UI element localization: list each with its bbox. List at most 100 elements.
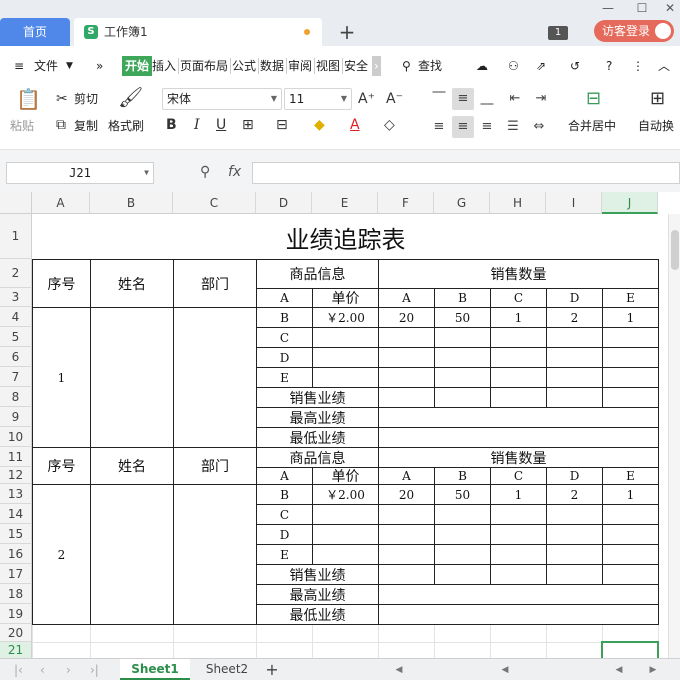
min-performance-label[interactable]: 最低业绩 [256, 604, 379, 625]
product-cell[interactable]: B [256, 307, 313, 328]
column-header-d[interactable]: D [256, 192, 312, 214]
min-performance-value[interactable] [378, 427, 659, 448]
align-center-icon[interactable]: ≡ [452, 116, 474, 138]
header-seq[interactable]: 序号 [32, 259, 91, 308]
max-performance-value[interactable] [378, 407, 659, 428]
menu-review[interactable]: 审阅 [288, 56, 312, 76]
fill-color-icon[interactable]: ◆ [314, 116, 325, 134]
menu-file[interactable]: 文件 [34, 56, 58, 76]
qty-cell[interactable] [434, 367, 491, 388]
menu-more-arrow-icon[interactable]: › [372, 56, 381, 76]
price-cell[interactable]: ￥2.00 [312, 484, 379, 505]
wrap-text-button[interactable]: 自动换 [638, 118, 674, 134]
format-painter-icon[interactable]: 🖌 [118, 87, 143, 107]
zoom-icon[interactable]: ⚲ [200, 164, 210, 180]
price-cell[interactable] [312, 504, 379, 525]
header-qty-c[interactable]: C [490, 467, 547, 485]
dept-value[interactable] [173, 307, 257, 448]
copy-button[interactable]: 复制 [74, 118, 98, 134]
header-unit-price[interactable]: 单价 [312, 288, 379, 308]
scroll-left-icon[interactable]: ◀ [498, 663, 512, 677]
row-header-2[interactable]: 2 [0, 259, 32, 288]
row-header-20[interactable]: 20 [0, 624, 32, 642]
column-header-g[interactable]: G [434, 192, 490, 214]
qty-cell[interactable] [378, 347, 435, 368]
sales-performance-label[interactable]: 销售业绩 [256, 387, 379, 408]
row-header-14[interactable]: 14 [0, 504, 32, 524]
bold-icon[interactable]: B [166, 116, 177, 134]
qty-cell[interactable]: 20 [378, 484, 435, 505]
product-cell[interactable]: E [256, 544, 313, 565]
menu-security[interactable]: 安全 [344, 56, 368, 76]
menu-data[interactable]: 数据 [260, 56, 284, 76]
font-color-icon[interactable]: A [350, 116, 360, 134]
sales-performance-cell[interactable] [434, 564, 491, 585]
column-header-a[interactable]: A [32, 192, 90, 214]
qty-cell[interactable] [490, 327, 547, 348]
next-sheet-icon[interactable]: › [66, 662, 71, 678]
sales-performance-cell[interactable] [546, 564, 603, 585]
cloud-icon[interactable]: ☁ [476, 56, 488, 76]
price-cell[interactable]: ￥2.00 [312, 307, 379, 328]
paste-button[interactable]: 粘贴 [10, 118, 34, 134]
qty-cell[interactable] [434, 544, 491, 565]
seq-value[interactable]: 1 [32, 307, 91, 448]
header-product-letter[interactable]: A [256, 288, 313, 308]
sales-performance-cell[interactable] [490, 387, 547, 408]
share-user-icon[interactable]: ⚇ [508, 56, 519, 76]
header-qty-b[interactable]: B [434, 467, 491, 485]
close-icon[interactable]: ✕ [662, 0, 678, 16]
copy-icon[interactable]: ⧉ [56, 116, 66, 134]
row-header-7[interactable]: 7 [0, 367, 32, 387]
wrap-text-icon[interactable]: ⊞ [650, 90, 665, 108]
increase-font-icon[interactable]: A⁺ [358, 90, 375, 108]
vertical-scrollbar[interactable] [668, 214, 680, 658]
qty-cell[interactable]: 50 [434, 307, 491, 328]
maximize-icon[interactable]: ☐ [634, 0, 650, 16]
qty-cell[interactable]: 1 [602, 307, 659, 328]
paste-icon[interactable]: 📋 [16, 89, 41, 109]
qty-cell[interactable] [434, 504, 491, 525]
scroll-left-icon[interactable]: ◀ [612, 663, 626, 677]
last-sheet-icon[interactable]: ›| [90, 662, 99, 678]
qty-cell[interactable] [434, 524, 491, 545]
header-name[interactable]: 姓名 [90, 259, 174, 308]
header-qty-c[interactable]: C [490, 288, 547, 308]
header-seq[interactable]: 序号 [32, 447, 91, 485]
qty-cell[interactable]: 1 [490, 484, 547, 505]
scroll-right-icon[interactable]: ▶ [646, 663, 660, 677]
seq-value[interactable]: 2 [32, 484, 91, 625]
sheet-tab-1[interactable]: Sheet1 [120, 659, 190, 680]
header-qty-e[interactable]: E [602, 288, 659, 308]
sales-performance-cell[interactable] [602, 387, 659, 408]
name-value[interactable] [90, 307, 174, 448]
minimize-icon[interactable]: — [600, 0, 616, 16]
column-header-h[interactable]: H [490, 192, 546, 214]
qty-cell[interactable]: 20 [378, 307, 435, 328]
tab-workbook[interactable]: S 工作簿1 [74, 18, 322, 46]
column-header-f[interactable]: F [378, 192, 434, 214]
qty-cell[interactable] [602, 544, 659, 565]
row-header-19[interactable]: 19 [0, 604, 32, 624]
qty-cell[interactable] [490, 367, 547, 388]
scroll-left-icon[interactable]: ◀ [392, 663, 406, 677]
more-icon[interactable]: ⋮ [632, 56, 644, 76]
distribute-icon[interactable]: ⇔ [528, 116, 550, 138]
eraser-icon[interactable]: ◇ [384, 116, 395, 134]
menu-formulas[interactable]: 公式 [232, 56, 256, 76]
prev-sheet-icon[interactable]: ‹ [40, 662, 45, 678]
italic-icon[interactable]: I [194, 116, 200, 134]
merge-center-icon[interactable]: ⊟ [586, 90, 601, 108]
spreadsheet-grid[interactable]: A B C D E F G H I J 1 2 3 4 5 6 7 8 9 10 11 12 13 14 15 16 17 18 19 2… [0, 192, 680, 658]
qty-cell[interactable] [602, 347, 659, 368]
format-painter-button[interactable]: 格式刷 [108, 118, 144, 134]
column-header-c[interactable]: C [173, 192, 256, 214]
history-icon[interactable]: ↺ [570, 56, 580, 76]
qty-cell[interactable] [378, 327, 435, 348]
price-cell[interactable] [312, 367, 379, 388]
tab-home[interactable]: 首页 [0, 18, 70, 46]
header-unit-price[interactable]: 单价 [312, 467, 379, 485]
font-size-select[interactable]: 11 ▼ [284, 88, 352, 110]
decrease-font-icon[interactable]: A⁻ [386, 90, 403, 108]
collapse-ribbon-icon[interactable]: ︿ [658, 56, 670, 76]
